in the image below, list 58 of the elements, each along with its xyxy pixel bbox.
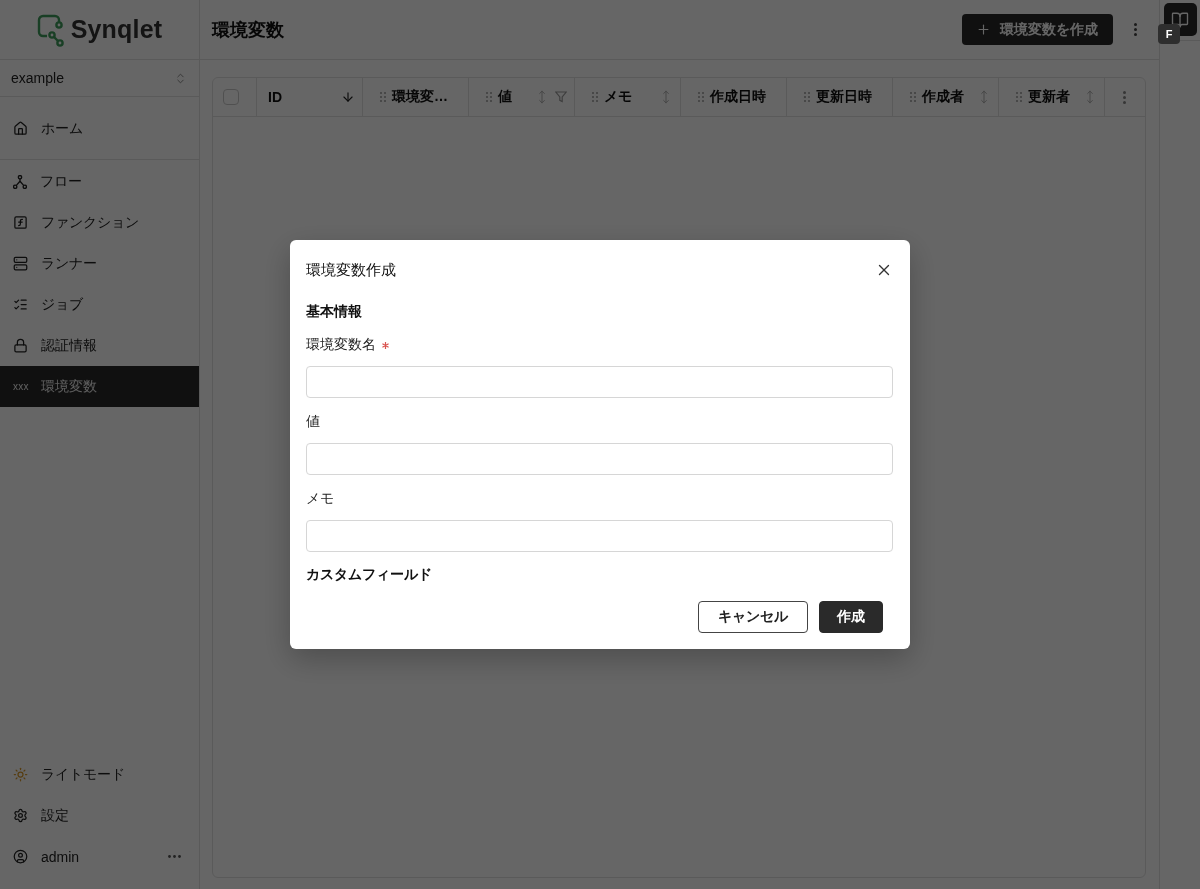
sidebar-item[interactable]: ジョブ (0, 284, 199, 325)
column-header[interactable]: ID (268, 89, 282, 105)
sidebar-item[interactable]: 設定 (0, 795, 199, 836)
sidebar-item[interactable]: ライトモード (0, 754, 199, 795)
column-header[interactable]: 作成者 (922, 88, 964, 106)
kebab-icon (1123, 90, 1126, 104)
plus-icon (976, 22, 991, 37)
grip-icon (698, 92, 704, 102)
sidebar-item[interactable]: 認証情報 (0, 325, 199, 366)
sidebar-item[interactable]: ランナー (0, 243, 199, 284)
nodes-icon (13, 174, 27, 189)
column-header[interactable]: 環境変… (392, 88, 448, 106)
section-heading: 基本情報 (306, 302, 362, 321)
field-label: 環境変数名 (306, 336, 376, 354)
sidebar-item[interactable]: ホーム (0, 108, 199, 149)
icon-text: xxx (13, 381, 28, 392)
sidebar-item[interactable]: xxx 環境変数 (0, 366, 199, 407)
shortcut-badge: F (1158, 24, 1180, 44)
grip-icon (380, 92, 386, 102)
sidebar-item[interactable]: フロー (0, 161, 199, 202)
field-label: メモ (306, 490, 334, 508)
grip-icon (592, 92, 598, 102)
book-icon (1171, 10, 1189, 29)
cancel-button[interactable]: キャンセル (698, 601, 808, 633)
grip-icon (1016, 92, 1022, 102)
text-input[interactable] (306, 443, 893, 475)
text-input[interactable] (306, 520, 893, 552)
section-heading: カスタムフィールド (306, 565, 432, 584)
sidebar-item[interactable]: ファンクション (0, 202, 199, 243)
more-icon (168, 855, 181, 858)
column-header[interactable]: メモ (604, 88, 632, 106)
grip-icon (910, 92, 916, 102)
logo-text: Synqlet (70, 15, 163, 44)
home-icon (13, 121, 28, 136)
checklist-icon (13, 297, 28, 312)
settings-icon (13, 808, 28, 823)
workspace-select[interactable]: example (0, 60, 199, 97)
submit-button[interactable]: 作成 (819, 601, 883, 633)
dialog-title: 環境変数作成 (306, 260, 396, 280)
column-header[interactable]: 作成日時 (710, 88, 766, 106)
page-title: 環境変数 (212, 18, 284, 42)
kebab-icon (1133, 23, 1137, 36)
grip-icon (804, 92, 810, 102)
server-icon (13, 256, 28, 271)
sun-icon (13, 767, 28, 782)
column-header[interactable]: 更新者 (1028, 88, 1070, 106)
column-header[interactable]: 値 (498, 88, 512, 106)
user-menu[interactable]: admin (0, 836, 199, 877)
chevron-updown-icon (174, 71, 187, 85)
text-input[interactable] (306, 366, 893, 398)
grip-icon (486, 92, 492, 102)
user-icon (13, 849, 28, 864)
lock-icon (13, 338, 28, 353)
function-icon (13, 215, 28, 230)
field-label: 値 (306, 413, 320, 431)
column-header[interactable]: 更新日時 (816, 88, 872, 106)
create-button[interactable]: 環境変数を作成 (962, 14, 1113, 45)
logo-icon (36, 12, 65, 47)
